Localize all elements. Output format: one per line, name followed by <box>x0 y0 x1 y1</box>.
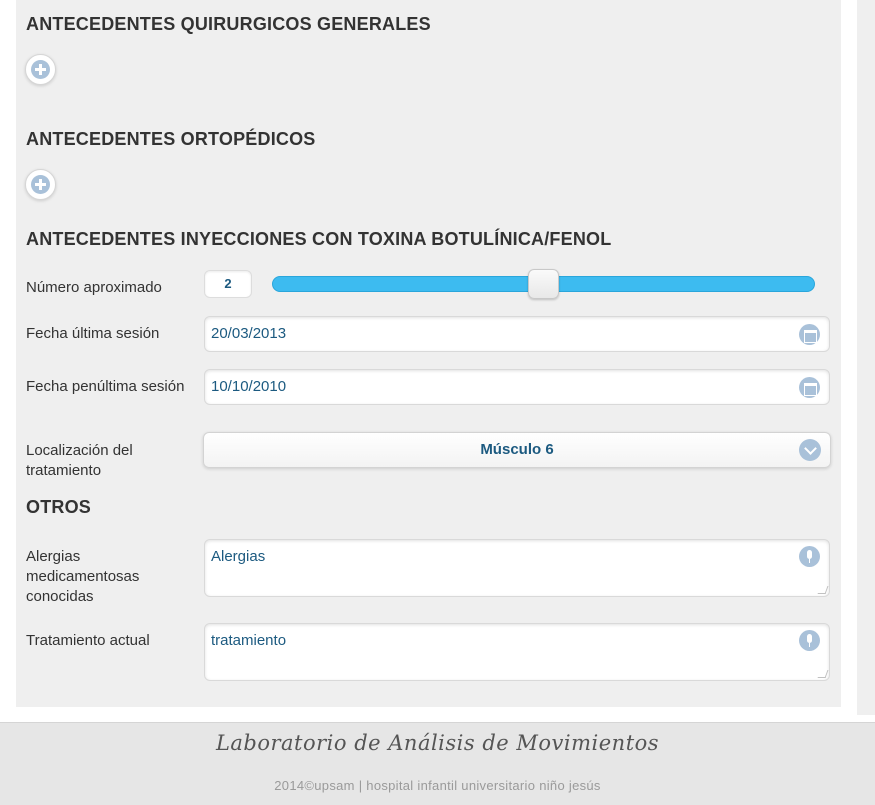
footer-credit: 2014©upsam | hospital infantil universit… <box>274 778 601 793</box>
alergias-label: Alergias medicamentosas conocidas <box>26 548 140 605</box>
calendar-icon[interactable] <box>799 324 820 345</box>
resize-handle[interactable] <box>817 586 829 594</box>
section-title-quirurgicos: ANTECEDENTES QUIRURGICOS GENERALES <box>26 14 431 34</box>
numero-slider-handle[interactable] <box>528 269 559 299</box>
chevron-down-icon <box>799 439 821 461</box>
microphone-icon[interactable] <box>799 630 820 651</box>
plus-icon <box>31 60 50 79</box>
footer-brand: Laboratorio de Análisis de Movimientos <box>215 731 660 755</box>
scroll-strip <box>857 0 875 715</box>
tratamiento-textarea[interactable]: tratamiento <box>204 623 830 681</box>
fecha-ultima-input[interactable]: 20/03/2013 <box>204 316 830 352</box>
calendar-icon[interactable] <box>799 377 820 398</box>
fecha-penultima-input[interactable]: 10/10/2010 <box>204 369 830 405</box>
resize-handle[interactable] <box>817 670 829 678</box>
alergias-value: Alergias <box>211 548 266 565</box>
fecha-penultima-value: 10/10/2010 <box>211 378 287 395</box>
section-title-otros: OTROS <box>26 497 92 517</box>
add-quirurgico-button[interactable] <box>25 54 56 85</box>
microphone-icon[interactable] <box>799 546 820 567</box>
numero-label: Número aproximado <box>26 279 162 296</box>
alergias-textarea[interactable]: Alergias <box>204 539 830 597</box>
localizacion-select[interactable]: Músculo 6 <box>203 432 831 468</box>
fecha-penultima-label: Fecha penúltima sesión <box>26 378 185 395</box>
footer: Laboratorio de Análisis de Movimientos 2… <box>0 722 875 805</box>
add-ortopedico-button[interactable] <box>25 169 56 200</box>
plus-icon <box>31 175 50 194</box>
section-title-inyecciones: ANTECEDENTES INYECCIONES CON TOXINA BOTU… <box>26 229 612 249</box>
tratamiento-label: Tratamiento actual <box>26 632 150 649</box>
numero-input[interactable]: 2 <box>204 270 252 298</box>
page: ANTECEDENTES QUIRURGICOS GENERALES ANTEC… <box>0 0 875 722</box>
fecha-ultima-value: 20/03/2013 <box>211 325 287 342</box>
fecha-ultima-label: Fecha última sesión <box>26 325 160 342</box>
section-title-ortopedicos: ANTECEDENTES ORTOPÉDICOS <box>26 129 316 149</box>
localizacion-label: Localización del tratamiento <box>26 442 133 479</box>
localizacion-value: Músculo 6 <box>480 441 554 458</box>
tratamiento-value: tratamiento <box>211 632 287 649</box>
